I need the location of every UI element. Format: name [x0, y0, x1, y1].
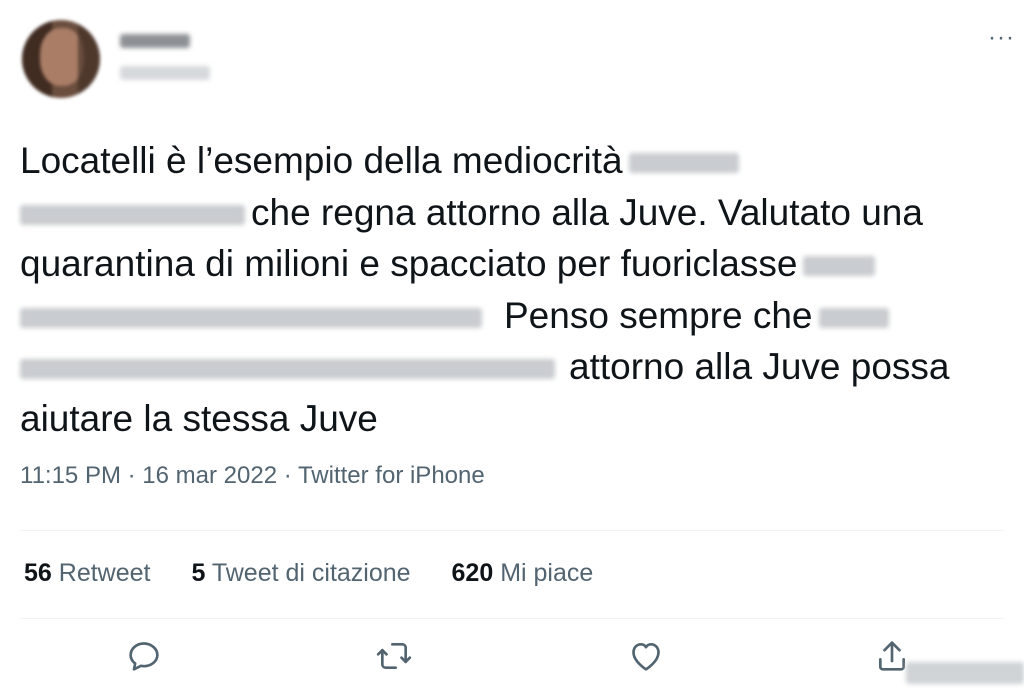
action-bar	[0, 636, 1024, 684]
tweet-line: Penso sempre che	[20, 290, 1010, 342]
tweet-source[interactable]: Twitter for iPhone	[298, 462, 485, 489]
reply-icon[interactable]	[124, 636, 164, 676]
tweet-line: Locatelli è l’esempio della mediocrità	[20, 135, 1010, 187]
tweet-text-segment: Locatelli è l’esempio della mediocrità	[20, 140, 623, 181]
quote-stat[interactable]: 5 Tweet di citazione	[191, 559, 410, 588]
tweet-line: che regna attorno alla Juve. Valutato un…	[20, 187, 1010, 239]
separator: ·	[120, 462, 143, 489]
author-name-redacted[interactable]	[120, 34, 190, 48]
tweet-line: aiutare la stessa Juve	[20, 393, 1010, 445]
divider	[20, 530, 1004, 531]
retweet-icon[interactable]	[374, 636, 414, 676]
tweet-text-segment: quarantina di milioni e spacciato per fu…	[20, 243, 798, 284]
redacted-text	[628, 153, 739, 174]
quote-label: Tweet di citazione	[211, 559, 411, 587]
retweet-count: 56	[24, 559, 52, 587]
like-stat[interactable]: 620 Mi piace	[452, 559, 594, 588]
like-label: Mi piace	[500, 559, 594, 587]
author-handle-redacted[interactable]	[120, 66, 210, 80]
tweet-date[interactable]: 16 mar 2022	[142, 462, 277, 489]
tweet-stats: 56 Retweet 5 Tweet di citazione 620 Mi p…	[24, 559, 627, 588]
tweet-text-segment: attorno alla Juve possa	[569, 346, 950, 387]
divider	[20, 618, 1004, 619]
redacted-text	[20, 359, 555, 380]
tweet-time[interactable]: 11:15 PM	[20, 462, 121, 489]
tweet-text-segment: Penso sempre che	[504, 294, 813, 336]
tweet-text-segment: aiutare la stessa Juve	[20, 397, 378, 439]
redacted-text	[20, 204, 245, 225]
redacted-text	[20, 307, 482, 328]
like-count: 620	[451, 559, 494, 587]
avatar[interactable]	[22, 20, 100, 98]
tweet-text-segment: che regna attorno alla Juve. Valutato un…	[251, 191, 923, 233]
retweet-stat[interactable]: 56 Retweet	[24, 559, 150, 588]
retweet-label: Retweet	[58, 559, 151, 587]
tweet-meta: 11:15 PM · 16 mar 2022 · Twitter for iPh…	[20, 462, 485, 490]
quote-count: 5	[191, 559, 206, 587]
tweet-line: attorno alla Juve possa	[20, 341, 1010, 393]
redacted-overlay	[906, 662, 1024, 684]
separator: ·	[277, 462, 298, 489]
heart-icon[interactable]	[626, 636, 666, 676]
redacted-text	[803, 256, 876, 277]
tweet-line: quarantina di milioni e spacciato per fu…	[20, 238, 1010, 290]
tweet-text: Locatelli è l’esempio della mediocrità c…	[20, 135, 1010, 444]
more-options-icon[interactable]: ···	[988, 26, 1015, 50]
redacted-text	[818, 307, 889, 328]
